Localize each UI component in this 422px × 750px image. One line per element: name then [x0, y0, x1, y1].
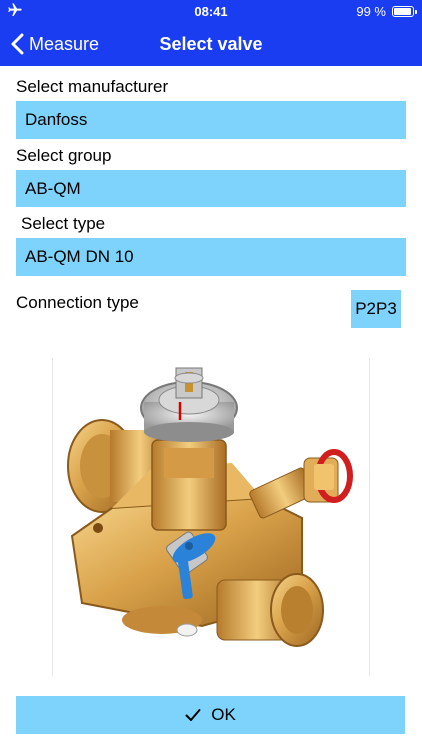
manufacturer-select[interactable]: Danfoss: [16, 101, 406, 139]
navigation-bar: Measure Select valve: [0, 22, 422, 66]
status-bar: 08:41 99 %: [0, 0, 422, 22]
group-select[interactable]: AB-QM: [16, 170, 406, 207]
type-select[interactable]: AB-QM DN 10: [16, 238, 406, 276]
battery-icon: [392, 6, 417, 17]
connection-type-button[interactable]: P2P3: [351, 290, 401, 328]
valve-product-image: [67, 367, 353, 647]
battery-percentage: 99 %: [356, 4, 386, 19]
manufacturer-label: Select manufacturer: [16, 77, 169, 96]
connection-type-label: Connection type: [16, 293, 139, 312]
checkmark-icon: [185, 709, 201, 721]
page-title: Select valve: [159, 34, 263, 54]
ok-button[interactable]: OK: [16, 696, 405, 734]
ok-button-label: OK: [211, 705, 236, 724]
group-label: Select group: [16, 146, 112, 165]
type-label: Select type: [21, 214, 106, 233]
